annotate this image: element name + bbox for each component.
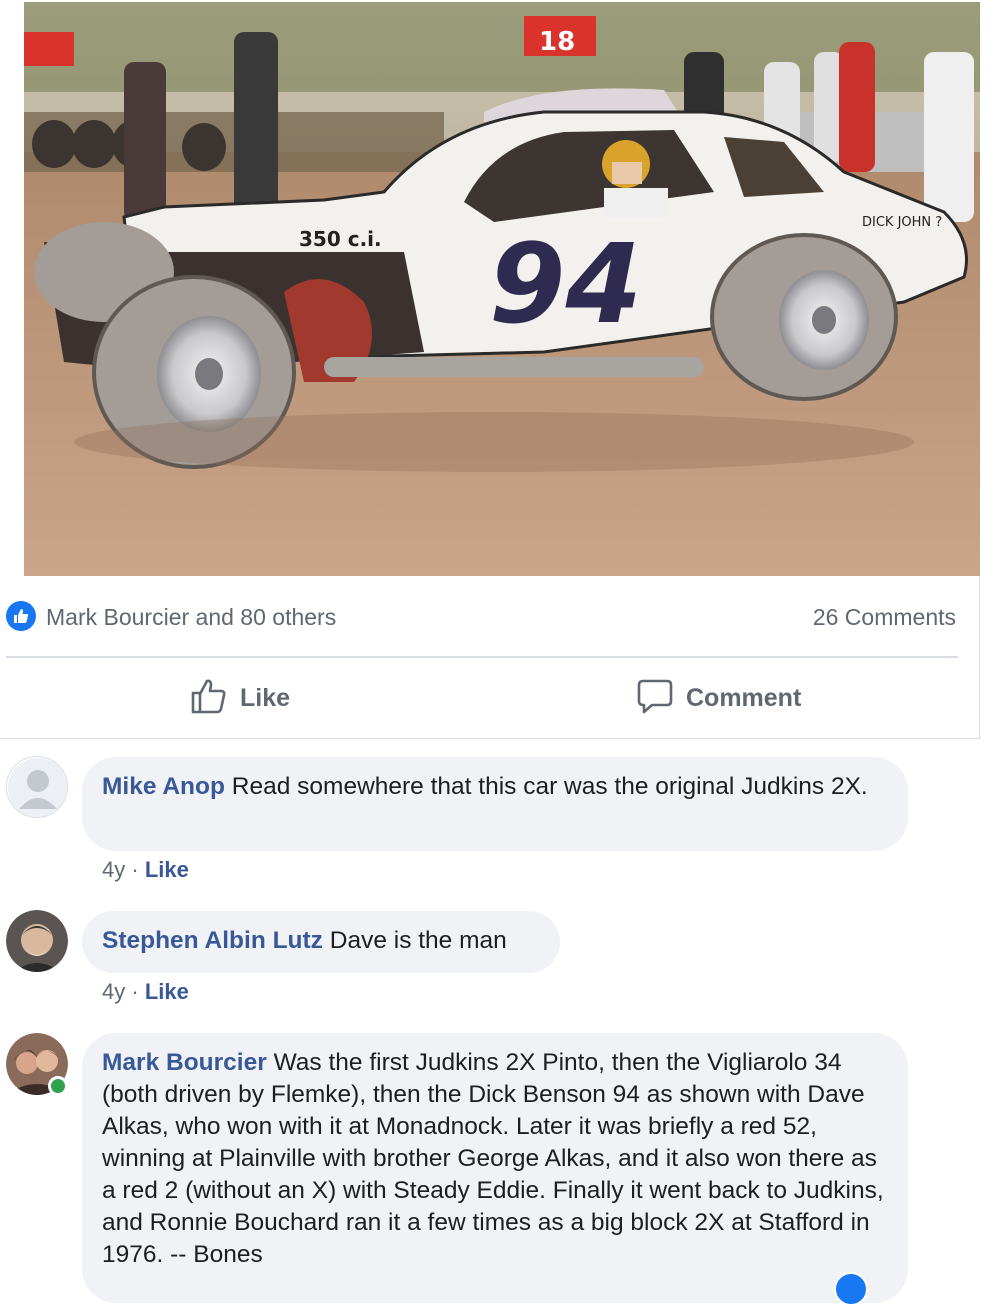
online-status-indicator: [48, 1076, 68, 1096]
comment-text: Read somewhere that this car was the ori…: [231, 773, 868, 800]
comment-text: Was the first Judkins 2X Pinto, then the…: [102, 1049, 884, 1268]
divider: [0, 738, 980, 739]
comment-reaction-icon[interactable]: [834, 1272, 868, 1306]
comment-bubble: Mike Anop Read somewhere that this car w…: [82, 757, 908, 851]
thumbs-up-icon: [190, 677, 228, 720]
comment-button[interactable]: Comment: [636, 676, 801, 720]
comment-age[interactable]: 4y: [102, 979, 125, 1004]
default-avatar-icon[interactable]: [6, 756, 68, 818]
avatar[interactable]: [6, 910, 68, 972]
comment-like-link[interactable]: Like: [145, 857, 189, 882]
pit-number-text: 18: [539, 27, 575, 57]
comment-meta: 4y · Like: [102, 857, 189, 883]
driver-name-text: DICK JOHN ?: [862, 215, 942, 230]
comment-button-label: Comment: [686, 683, 802, 712]
like-button-label: Like: [240, 683, 291, 712]
engine-label-text: 350 c.i.: [299, 227, 382, 251]
reactions-summary[interactable]: Mark Bourcier and 80 others: [46, 604, 336, 631]
comment-like-link[interactable]: Like: [145, 979, 189, 1004]
car-number-text: 94: [489, 220, 642, 348]
meta-separator: ·: [131, 979, 145, 1004]
comments-count-link[interactable]: 26 Comments: [813, 604, 956, 631]
race-car-photo[interactable]: 18 94 350 c.i. DICK JOHN ?: [24, 2, 980, 576]
divider: [6, 656, 958, 658]
reactions-bar: Mark Bourcier and 80 others 26 Comments: [0, 590, 1002, 642]
comment-author[interactable]: Mark Bourcier: [102, 1049, 267, 1076]
comment-bubble: Stephen Albin Lutz Dave is the man: [82, 911, 560, 973]
like-button[interactable]: Like: [190, 676, 290, 720]
comment-text: Dave is the man: [329, 927, 507, 954]
speech-bubble-icon: [636, 677, 674, 720]
post-photo[interactable]: 18 94 350 c.i. DICK JOHN ?: [0, 0, 1002, 576]
comment-bubble: Mark Bourcier Was the first Judkins 2X P…: [82, 1033, 908, 1303]
divider: [979, 576, 980, 739]
comment-meta: 4y · Like: [102, 979, 189, 1005]
comment-age[interactable]: 4y: [102, 857, 125, 882]
meta-separator: ·: [131, 857, 145, 882]
like-badge-icon[interactable]: [6, 601, 36, 631]
comment-author[interactable]: Mike Anop: [102, 773, 225, 800]
comment-author[interactable]: Stephen Albin Lutz: [102, 927, 323, 954]
